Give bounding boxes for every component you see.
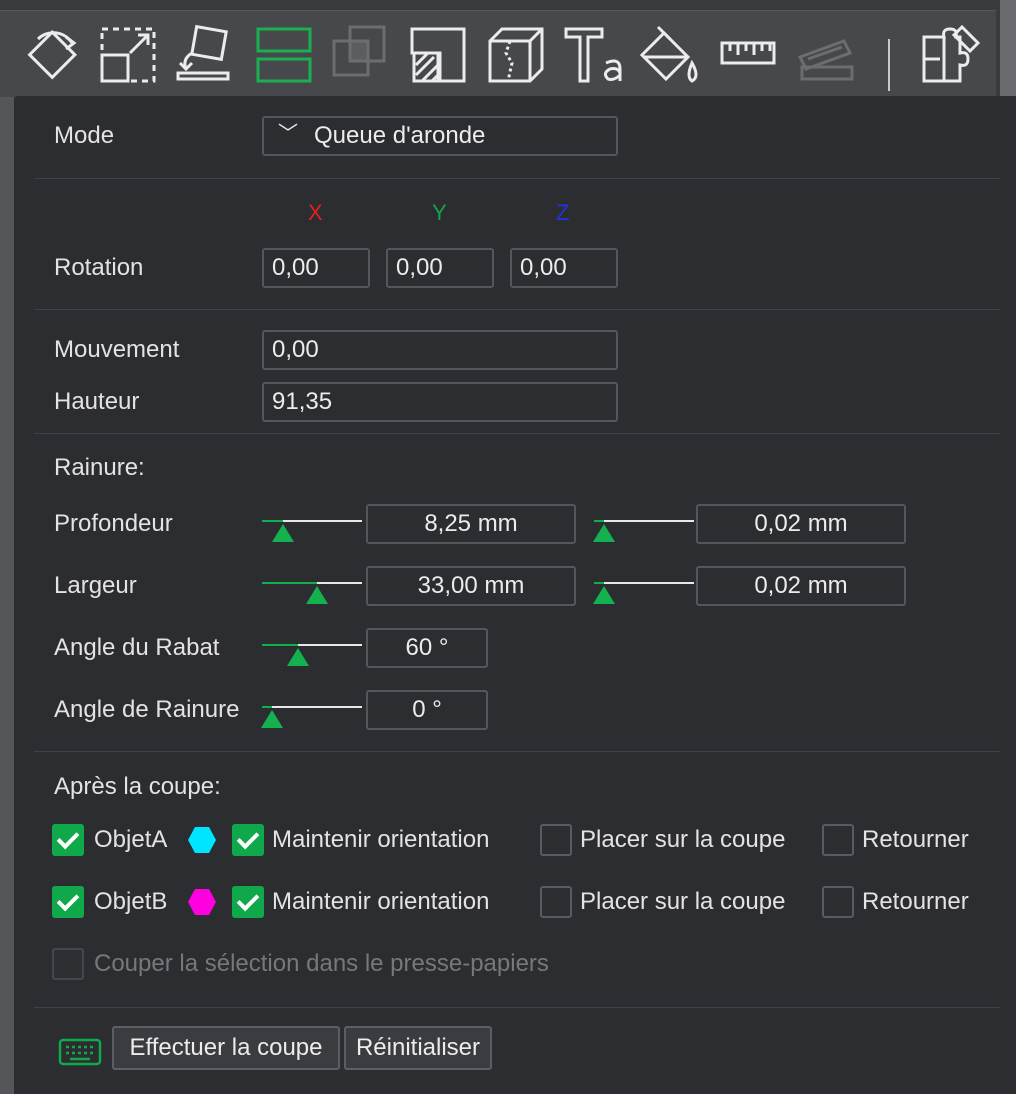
object-a-checkbox[interactable] [52, 824, 84, 856]
object-b-color-swatch [188, 889, 216, 915]
width-tolerance-input[interactable]: 0,02 mm [696, 566, 906, 606]
slider-track [594, 582, 694, 584]
object-b-checkbox[interactable] [52, 886, 84, 918]
slider-thumb[interactable] [593, 586, 615, 604]
toolbar-separator [888, 39, 890, 91]
depth-input[interactable]: 8,25 mm [366, 504, 576, 544]
object-b-flip-label: Retourner [862, 888, 969, 915]
flap-angle-slider[interactable] [262, 626, 362, 666]
groove-angle-slider[interactable] [261, 688, 362, 728]
axis-z-label: Z [556, 200, 570, 225]
cut-icon[interactable] [252, 23, 316, 87]
depth-label: Profondeur [54, 510, 173, 537]
slider-track [594, 520, 694, 522]
rotation-x-input[interactable]: 0,00 [262, 248, 370, 288]
object-a-place-on-cut-checkbox[interactable] [540, 824, 572, 856]
slider-fill [594, 582, 604, 584]
slider-thumb[interactable] [261, 710, 283, 728]
cut-to-clipboard-checkbox[interactable] [52, 948, 84, 980]
slider-thumb[interactable] [287, 648, 309, 666]
keyboard-icon[interactable] [58, 1036, 102, 1068]
object-a-label: ObjetA [94, 826, 168, 853]
slider-fill [594, 520, 604, 522]
object-a-flip-label: Retourner [862, 826, 969, 853]
rotation-z-input[interactable]: 0,00 [510, 248, 618, 288]
movement-input[interactable]: 0,00 [262, 330, 618, 370]
perform-cut-button[interactable]: Effectuer la coupe [112, 1026, 340, 1070]
height-input[interactable]: 91,35 [262, 382, 618, 422]
object-a-keep-orientation-checkbox[interactable] [232, 824, 264, 856]
width-slider[interactable] [262, 564, 362, 604]
flap-angle-input[interactable]: 60 ° [366, 628, 488, 668]
movement-label: Mouvement [54, 336, 180, 363]
slider-thumb[interactable] [593, 524, 615, 542]
viewport-scrollbar[interactable] [1000, 0, 1016, 96]
groove-title: Rainure: [54, 454, 145, 481]
slider-track [262, 706, 362, 708]
width-label: Largeur [54, 572, 137, 599]
flap-angle-label: Angle du Rabat [54, 634, 220, 661]
assembly-icon[interactable] [918, 23, 982, 87]
gizmo-toolbar [0, 10, 996, 97]
measure-icon[interactable] [716, 23, 780, 87]
variable-layer-height-icon[interactable] [794, 23, 858, 87]
width-tolerance-slider[interactable] [593, 564, 694, 604]
divider [34, 1007, 1000, 1008]
viewport-edge [0, 96, 14, 1094]
scale-icon[interactable] [96, 23, 160, 87]
mode-select[interactable]: ﹀ Queue d'aronde [262, 116, 618, 156]
chevron-down-icon: ﹀ [278, 123, 298, 145]
height-label: Hauteur [54, 388, 140, 415]
support-painting-icon[interactable] [406, 23, 470, 87]
seam-painting-icon[interactable] [484, 23, 548, 87]
object-b-place-on-cut-label: Placer sur la coupe [580, 888, 786, 915]
mode-label: Mode [54, 122, 115, 149]
object-b-keep-orientation-checkbox[interactable] [232, 886, 264, 918]
divider [34, 178, 1000, 179]
object-a-keep-orientation-label: Maintenir orientation [272, 826, 490, 853]
depth-slider[interactable] [262, 502, 362, 542]
slider-fill [262, 520, 283, 522]
object-b-flip-checkbox[interactable] [822, 886, 854, 918]
slider-fill [262, 582, 317, 584]
reset-button[interactable]: Réinitialiser [344, 1026, 492, 1070]
rotation-y-input[interactable]: 0,00 [386, 248, 494, 288]
depth-tolerance-slider[interactable] [593, 502, 694, 542]
object-a-flip-checkbox[interactable] [822, 824, 854, 856]
after-cut-title: Après la coupe: [54, 773, 221, 800]
width-input[interactable]: 33,00 mm [366, 566, 576, 606]
slider-thumb[interactable] [306, 586, 328, 604]
mesh-boolean-icon[interactable] [330, 23, 394, 87]
object-a-color-swatch [188, 827, 216, 853]
axis-y-label: Y [432, 200, 447, 225]
color-painting-icon[interactable] [636, 23, 700, 87]
object-b-label: ObjetB [94, 888, 168, 915]
slider-fill [262, 706, 272, 708]
divider [34, 433, 1000, 434]
axis-x-label: X [308, 200, 323, 225]
slider-fill [262, 644, 298, 646]
divider [34, 309, 1000, 310]
object-a-place-on-cut-label: Placer sur la coupe [580, 826, 786, 853]
groove-angle-label: Angle de Rainure [54, 696, 240, 723]
divider [34, 751, 1000, 752]
rotation-label: Rotation [54, 254, 144, 281]
groove-angle-input[interactable]: 0 ° [366, 690, 488, 730]
depth-tolerance-input[interactable]: 0,02 mm [696, 504, 906, 544]
mode-select-value: Queue d'aronde [314, 122, 486, 149]
cut-settings-panel: Mode ﹀ Queue d'aronde X Y Z Rotation 0,0… [14, 96, 1016, 1094]
text-icon[interactable] [562, 23, 626, 87]
object-b-place-on-cut-checkbox[interactable] [540, 886, 572, 918]
object-b-keep-orientation-label: Maintenir orientation [272, 888, 490, 915]
cut-to-clipboard-label: Couper la sélection dans le presse-papie… [94, 950, 549, 977]
lay-on-face-icon[interactable] [172, 23, 236, 87]
slider-thumb[interactable] [272, 524, 294, 542]
rotate-icon[interactable] [18, 23, 82, 87]
